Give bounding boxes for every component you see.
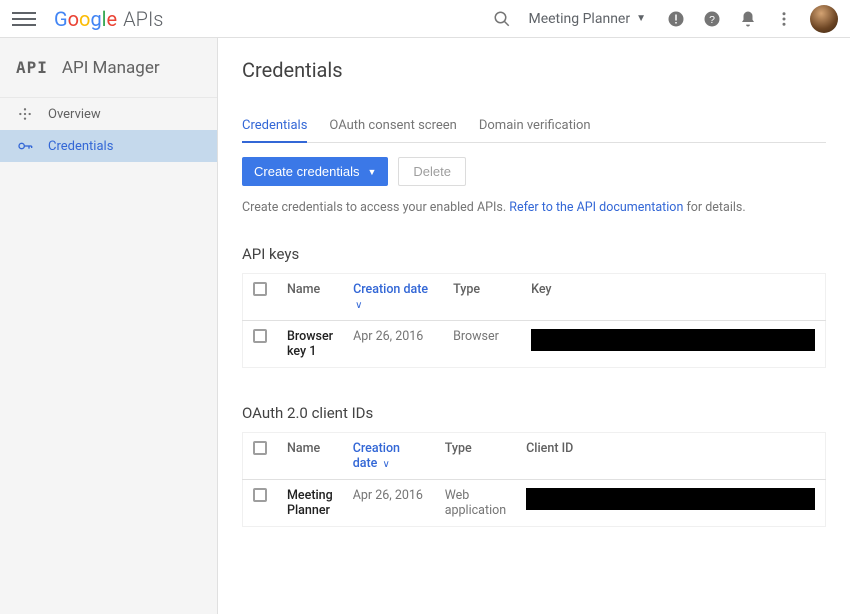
sidebar: API API Manager Overview Credentials: [0, 38, 218, 614]
sidebar-item-overview[interactable]: Overview: [0, 98, 217, 130]
select-all-checkbox[interactable]: [253, 441, 267, 455]
tab-domain-verification[interactable]: Domain verification: [479, 110, 591, 143]
row-checkbox[interactable]: [253, 488, 267, 502]
api-icon: API: [16, 58, 48, 77]
key-icon: [16, 137, 34, 155]
select-all-checkbox[interactable]: [253, 282, 267, 296]
google-apis-logo[interactable]: Google APIs: [54, 7, 163, 31]
hint-prefix: Create credentials to access your enable…: [242, 200, 509, 215]
col-creation-date[interactable]: Creation date ∨: [343, 433, 435, 480]
more-icon[interactable]: [768, 3, 800, 35]
tabs: Credentials OAuth consent screen Domain …: [242, 110, 826, 143]
action-row: Create credentials ▼ Delete: [242, 157, 826, 186]
col-type: Type: [435, 433, 516, 480]
chevron-down-icon: ▼: [636, 13, 646, 24]
col-client-id: Client ID: [516, 433, 825, 480]
hint-text: Create credentials to access your enable…: [242, 200, 826, 215]
col-key: Key: [521, 274, 825, 321]
api-keys-table: Name Creation date ∨ Type Key Browser ke…: [242, 273, 826, 368]
col-creation-date-label: Creation date: [353, 282, 428, 297]
oauth-client-date: Apr 26, 2016: [343, 480, 435, 527]
overview-icon: [16, 105, 34, 123]
api-key-date: Apr 26, 2016: [343, 321, 443, 368]
project-selector[interactable]: Meeting Planner ▼: [518, 11, 656, 27]
sidebar-title: API Manager: [62, 58, 160, 78]
api-documentation-link[interactable]: Refer to the API documentation: [509, 200, 683, 215]
hamburger-menu-icon[interactable]: [12, 7, 36, 31]
topbar: Google APIs Meeting Planner ▼ ?: [0, 0, 850, 38]
oauth-client-name: Meeting Planner: [277, 480, 343, 527]
col-name: Name: [277, 274, 343, 321]
sidebar-header: API API Manager: [0, 38, 217, 98]
main-content: Credentials Credentials OAuth consent sc…: [218, 38, 850, 614]
api-key-type: Browser: [443, 321, 521, 368]
api-keys-section-title: API keys: [242, 245, 826, 263]
sidebar-item-label: Credentials: [48, 139, 113, 154]
search-icon[interactable]: [486, 3, 518, 35]
col-type: Type: [443, 274, 521, 321]
logo-suffix: APIs: [123, 7, 163, 31]
sort-icon: ∨: [355, 300, 362, 311]
create-credentials-label: Create credentials: [254, 164, 360, 179]
tab-oauth-consent[interactable]: OAuth consent screen: [329, 110, 456, 143]
svg-text:?: ?: [709, 13, 715, 25]
page-title: Credentials: [242, 58, 826, 82]
row-checkbox[interactable]: [253, 329, 267, 343]
sidebar-item-label: Overview: [48, 107, 101, 122]
api-key-name: Browser key 1: [277, 321, 343, 368]
oauth-section-title: OAuth 2.0 client IDs: [242, 404, 826, 422]
alert-icon[interactable]: [660, 3, 692, 35]
oauth-client-type: Web application: [435, 480, 516, 527]
col-name: Name: [277, 433, 343, 480]
help-icon[interactable]: ?: [696, 3, 728, 35]
col-creation-date-label: Creation date: [353, 441, 400, 471]
notifications-icon[interactable]: [732, 3, 764, 35]
tab-credentials[interactable]: Credentials: [242, 110, 307, 143]
oauth-table: Name Creation date ∨ Type Client ID Meet…: [242, 432, 826, 527]
table-row[interactable]: Meeting Planner Apr 26, 2016 Web applica…: [243, 480, 826, 527]
col-creation-date[interactable]: Creation date ∨: [343, 274, 443, 321]
table-row[interactable]: Browser key 1 Apr 26, 2016 Browser: [243, 321, 826, 368]
api-key-value-redacted: [531, 329, 815, 351]
chevron-down-icon: ▼: [368, 167, 377, 177]
oauth-client-id-redacted: [526, 488, 815, 510]
project-name: Meeting Planner: [528, 11, 630, 27]
delete-button[interactable]: Delete: [398, 157, 466, 186]
hint-suffix: for details.: [683, 200, 745, 215]
avatar[interactable]: [810, 5, 838, 33]
create-credentials-button[interactable]: Create credentials ▼: [242, 157, 388, 186]
sidebar-item-credentials[interactable]: Credentials: [0, 130, 217, 162]
sort-icon: ∨: [382, 459, 389, 470]
